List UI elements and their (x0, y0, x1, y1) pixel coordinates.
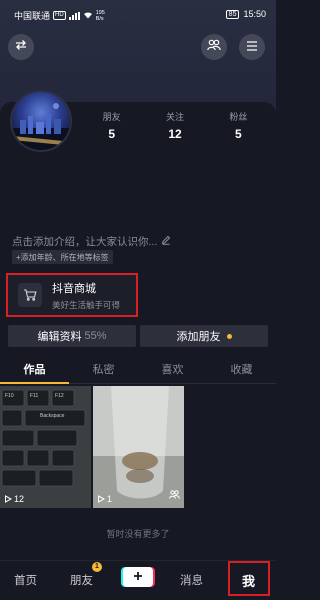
battery-icon: 85 (225, 9, 240, 19)
signal-icon (68, 11, 80, 20)
key-label: Backspace (40, 413, 65, 419)
video-thumbnail[interactable]: F10 F11 F12 Backspace 12 (0, 386, 91, 508)
edit-profile-label: 编辑资料 (37, 331, 82, 343)
stat-followers[interactable]: 粉丝 5 (207, 110, 270, 141)
intro-text: 点击添加介绍，让大家认识你... (12, 236, 158, 248)
switch-account-button[interactable] (8, 34, 34, 60)
profile-card (0, 102, 276, 600)
stat-friends[interactable]: 朋友 5 (80, 110, 143, 141)
wifi-icon (83, 11, 93, 21)
friends-icon (207, 38, 221, 56)
key-label: F12 (55, 393, 64, 399)
play-count: 12 (4, 494, 24, 504)
nav-friends[interactable]: 朋友 (70, 572, 93, 588)
tab-favorites[interactable]: 收藏 (207, 358, 276, 383)
key-label: F11 (30, 393, 38, 399)
shopping-cart-icon (18, 283, 42, 307)
add-friend-label: 添加朋友 (176, 331, 221, 343)
stat-value: 5 (234, 127, 242, 141)
stat-label: 粉丝 (229, 112, 248, 122)
video-thumbnail[interactable]: 1 (93, 386, 184, 508)
mall-subtitle: 美好生活触手可得 (52, 299, 121, 310)
no-more-content-text: 暂时没有更多了 (106, 529, 170, 539)
tab-likes[interactable]: 喜欢 (138, 358, 207, 383)
intro-placeholder[interactable]: 点击添加介绍，让大家认识你... (12, 234, 171, 249)
friends-button[interactable] (201, 34, 227, 60)
menu-button[interactable] (239, 34, 265, 60)
friends-visible-icon (169, 486, 180, 504)
nav-messages[interactable]: 消息 (180, 572, 203, 588)
avatar[interactable] (10, 90, 72, 152)
carrier-label: 中国联通 (14, 11, 51, 21)
profile-stats: 朋友 5 关注 12 粉丝 5 (80, 110, 270, 141)
clock: 15:50 (243, 9, 266, 19)
tab-works[interactable]: 作品 (0, 358, 69, 384)
switch-account-icon (15, 38, 27, 56)
menu-icon (246, 38, 258, 56)
notification-dot (226, 333, 232, 339)
network-badge: HD (53, 11, 66, 20)
stat-label: 朋友 (102, 112, 121, 122)
profile-completion: 55% (84, 330, 107, 342)
stat-value: 12 (168, 127, 182, 141)
stat-value: 5 (108, 127, 115, 141)
mall-title: 抖音商城 (52, 282, 96, 295)
friends-badge: 1 (92, 562, 102, 572)
douyin-mall-entry[interactable]: 抖音商城 美好生活触手可得 (6, 273, 138, 317)
edit-profile-button[interactable]: 编辑资料 55% (8, 325, 136, 347)
content-tabs: 作品 私密 喜欢 收藏 (0, 358, 276, 384)
video-grid: F10 F11 F12 Backspace 12 1 (0, 386, 276, 508)
play-icon (98, 495, 105, 503)
add-friend-button[interactable]: 添加朋友 (140, 325, 268, 347)
play-icon (5, 495, 12, 503)
key-label: F10 (5, 393, 14, 399)
add-tags-chip[interactable]: +添加年龄、所在地等标签 (12, 250, 113, 264)
status-bar: 中国联通 HD 195 B/s 85 15:50 (0, 0, 276, 28)
nav-home[interactable]: 首页 (14, 572, 37, 588)
play-count: 1 (97, 494, 112, 504)
plus-icon (133, 568, 143, 586)
nav-me[interactable]: 我 (242, 571, 255, 590)
stat-label: 关注 (165, 112, 184, 122)
edit-pencil-icon (161, 235, 171, 248)
stat-following[interactable]: 关注 12 (143, 110, 206, 141)
network-speed: 195 B/s (95, 9, 105, 22)
tab-private[interactable]: 私密 (69, 358, 138, 383)
create-video-button[interactable] (123, 567, 153, 587)
